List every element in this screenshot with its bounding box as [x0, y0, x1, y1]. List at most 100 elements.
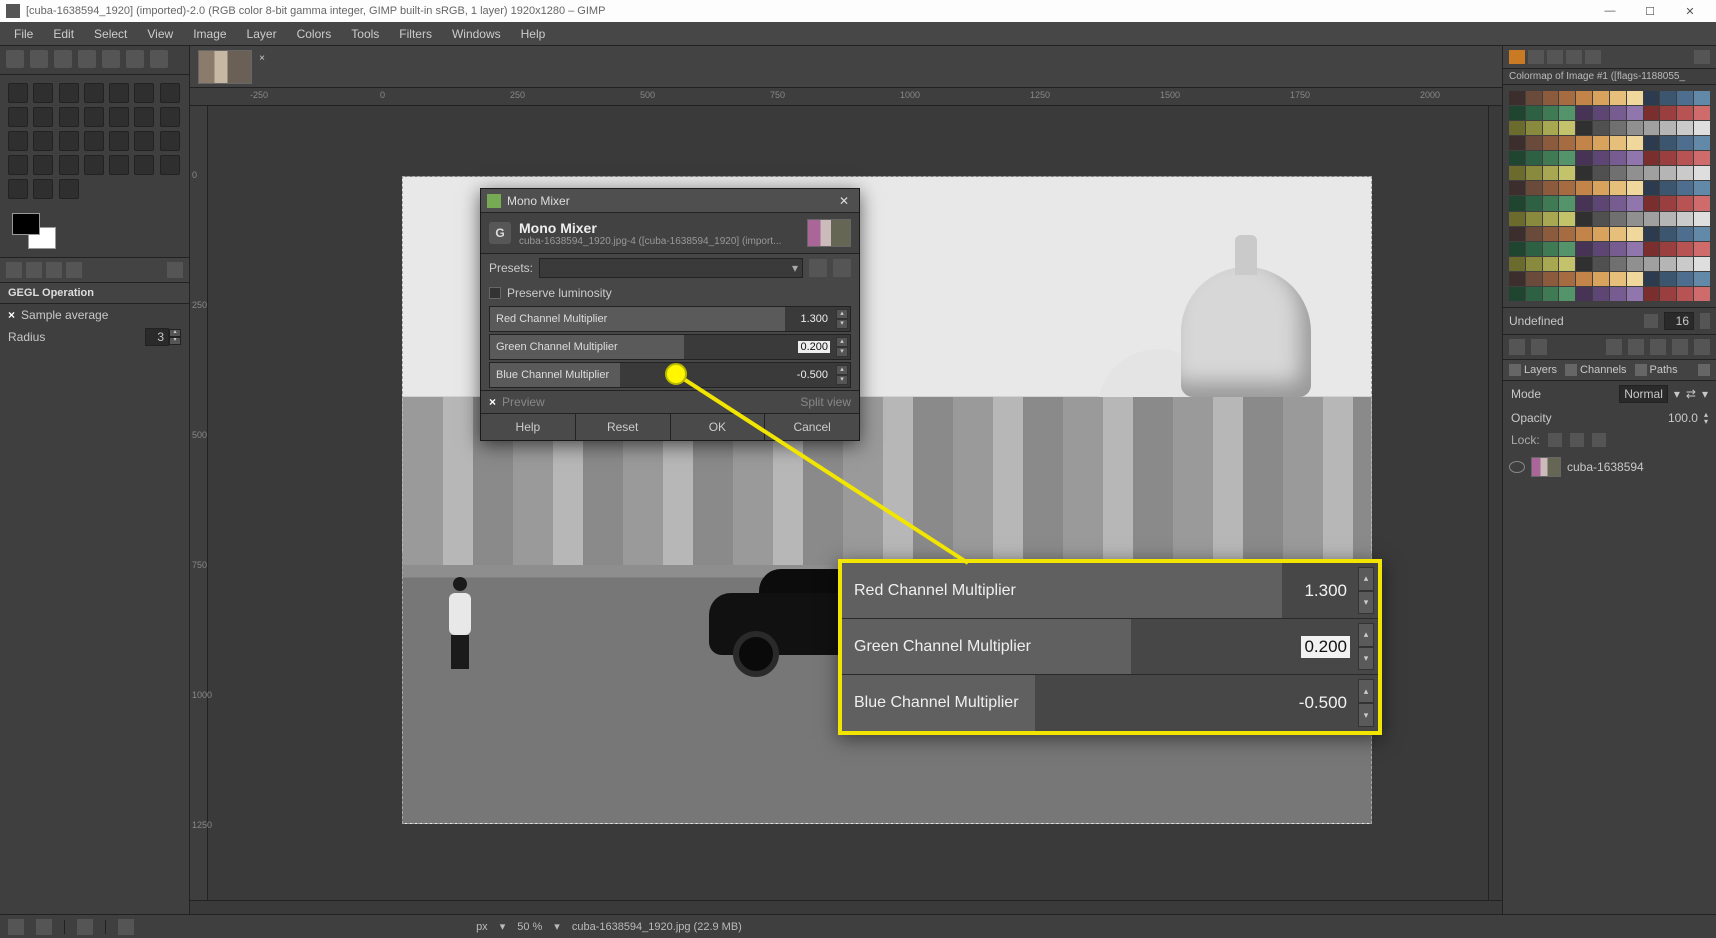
colormap-cell[interactable] [1627, 242, 1643, 256]
callout-green-row[interactable]: Green Channel Multiplier 0.200 ▴▾ [842, 619, 1378, 675]
callout-blue-row[interactable]: Blue Channel Multiplier -0.500 ▴▾ [842, 675, 1378, 731]
options-tab[interactable] [66, 262, 82, 278]
cm-btn[interactable] [1531, 339, 1547, 355]
maximize-button[interactable]: ☐ [1630, 0, 1670, 22]
colormap-cell[interactable] [1627, 121, 1643, 135]
preset-menu-button[interactable] [833, 259, 851, 277]
tool-button[interactable] [84, 131, 104, 151]
colormap-cell[interactable] [1526, 257, 1542, 271]
preserve-checkbox[interactable] [489, 287, 501, 299]
layer-row[interactable]: cuba-1638594 [1509, 455, 1710, 479]
colormap-cell[interactable] [1543, 212, 1559, 226]
visibility-eye-icon[interactable] [1509, 461, 1525, 473]
cm-btn[interactable] [1650, 339, 1666, 355]
colormap-cell[interactable] [1644, 196, 1660, 210]
tool-button[interactable] [160, 83, 180, 103]
colormap-cell[interactable] [1559, 212, 1575, 226]
colormap-cell[interactable] [1627, 181, 1643, 195]
colormap-cell[interactable] [1660, 136, 1676, 150]
colormap-cell[interactable] [1660, 257, 1676, 271]
colormap-cell[interactable] [1509, 196, 1525, 210]
colormap-cell[interactable] [1694, 227, 1710, 241]
grid-icon[interactable] [1644, 314, 1658, 328]
colormap-cell[interactable] [1543, 272, 1559, 286]
colormap-cell[interactable] [1509, 106, 1525, 120]
radius-spinner[interactable]: ▴▾ [169, 329, 181, 345]
menu-item-view[interactable]: View [137, 24, 183, 44]
close-x-icon[interactable]: × [8, 308, 15, 322]
colormap-cell[interactable] [1610, 151, 1626, 165]
colormap-cell[interactable] [1677, 287, 1693, 301]
colormap-cell[interactable] [1694, 121, 1710, 135]
green-spinner[interactable]: ▴▾ [836, 337, 848, 357]
colormap-cell[interactable] [1644, 257, 1660, 271]
fg-bg-swatch[interactable] [12, 213, 56, 249]
dropdown-icon[interactable]: ▾ [554, 920, 560, 933]
colormap-cell[interactable] [1677, 121, 1693, 135]
cancel-button[interactable]: Cancel [765, 414, 859, 440]
colormap-cell[interactable] [1627, 136, 1643, 150]
callout-green-value[interactable]: 0.200 [1301, 636, 1350, 658]
colormap-cell[interactable] [1644, 136, 1660, 150]
colormap-cell[interactable] [1576, 151, 1592, 165]
close-button[interactable]: ✕ [1670, 0, 1710, 22]
colormap-cell[interactable] [1694, 181, 1710, 195]
colormap-cell[interactable] [1610, 257, 1626, 271]
colormap-cell[interactable] [1677, 257, 1693, 271]
menu-item-file[interactable]: File [4, 24, 43, 44]
menu-item-select[interactable]: Select [84, 24, 137, 44]
toolstrip-button[interactable] [150, 50, 168, 68]
tool-button[interactable] [33, 83, 53, 103]
opacity-row[interactable]: Opacity 100.0 ▴▾ [1503, 407, 1716, 429]
colormap-cell[interactable] [1576, 242, 1592, 256]
colormap-cell[interactable] [1559, 272, 1575, 286]
tab-icon[interactable] [1566, 50, 1582, 64]
tool-button[interactable] [134, 131, 154, 151]
colormap-cell[interactable] [1576, 287, 1592, 301]
colormap-cell[interactable] [1543, 181, 1559, 195]
colormap-cell[interactable] [1543, 287, 1559, 301]
menu-item-windows[interactable]: Windows [442, 24, 511, 44]
colormap-cell[interactable] [1610, 212, 1626, 226]
status-unit[interactable]: px [476, 921, 488, 933]
tool-button[interactable] [8, 179, 28, 199]
colormap-cell[interactable] [1593, 196, 1609, 210]
tool-button[interactable] [33, 179, 53, 199]
colormap-cell[interactable] [1593, 121, 1609, 135]
colormap-cell[interactable] [1526, 212, 1542, 226]
colormap-cell[interactable] [1644, 287, 1660, 301]
colormap-cell[interactable] [1593, 257, 1609, 271]
toolstrip-button[interactable] [102, 50, 120, 68]
colormap-cell[interactable] [1559, 151, 1575, 165]
colormap-cell[interactable] [1627, 91, 1643, 105]
colormap-cell[interactable] [1593, 106, 1609, 120]
blue-value[interactable]: -0.500 [795, 369, 830, 381]
menu-item-image[interactable]: Image [183, 24, 236, 44]
colormap-cell[interactable] [1543, 151, 1559, 165]
callout-blue-value[interactable]: -0.500 [1296, 692, 1350, 714]
tool-button[interactable] [33, 155, 53, 175]
colormap-cell[interactable] [1627, 227, 1643, 241]
lock-position-icon[interactable] [1570, 433, 1584, 447]
menu-item-filters[interactable]: Filters [389, 24, 442, 44]
colormap-cell[interactable] [1627, 272, 1643, 286]
help-button[interactable]: Help [481, 414, 576, 440]
tool-button[interactable] [109, 83, 129, 103]
lock-pixels-icon[interactable] [1548, 433, 1562, 447]
menu-item-help[interactable]: Help [511, 24, 556, 44]
colormap-cell[interactable] [1593, 181, 1609, 195]
cm-btn[interactable] [1509, 339, 1525, 355]
colormap-cell[interactable] [1509, 242, 1525, 256]
tool-button[interactable] [8, 107, 28, 127]
colormap-cell[interactable] [1509, 257, 1525, 271]
colormap-cell[interactable] [1509, 91, 1525, 105]
colormap-cell[interactable] [1610, 227, 1626, 241]
dropdown-icon[interactable]: ▾ [1674, 387, 1680, 401]
dropdown-icon[interactable]: ▾ [500, 920, 506, 933]
colormap-cell[interactable] [1677, 151, 1693, 165]
minimize-button[interactable]: — [1590, 0, 1630, 22]
colormap-cell[interactable] [1543, 91, 1559, 105]
colormap-cell[interactable] [1559, 257, 1575, 271]
dialog-titlebar[interactable]: Mono Mixer ✕ [481, 189, 859, 213]
colormap-cell[interactable] [1526, 136, 1542, 150]
